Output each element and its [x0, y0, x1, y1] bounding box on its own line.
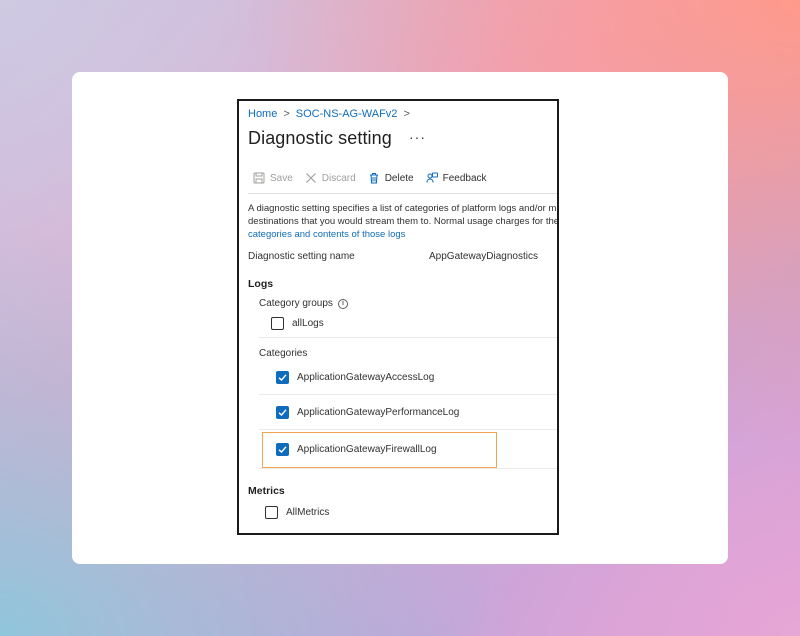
- firewall-log-checkbox[interactable]: ApplicationGatewayFirewallLog: [276, 443, 437, 456]
- page-title: Diagnostic setting: [248, 128, 392, 148]
- row-divider: [259, 394, 557, 395]
- category-label: ApplicationGatewayFirewallLog: [297, 444, 437, 455]
- row-divider: [259, 429, 557, 430]
- toolbar-divider: [248, 193, 557, 194]
- categories-link[interactable]: categories and contents of those logs: [248, 228, 557, 241]
- all-logs-label: allLogs: [292, 318, 324, 329]
- breadcrumb-home[interactable]: Home: [248, 108, 277, 120]
- feedback-button[interactable]: Feedback: [426, 172, 487, 184]
- categories-label: Categories: [259, 348, 308, 359]
- close-icon: [305, 172, 317, 184]
- category-label: ApplicationGatewayAccessLog: [297, 372, 435, 383]
- screenshot-frame: Home > SOC-NS-AG-WAFv2 > Diagnostic sett…: [237, 99, 559, 535]
- checkbox-checked[interactable]: [276, 406, 289, 419]
- breadcrumb-separator: >: [403, 108, 410, 120]
- save-label: Save: [270, 172, 293, 184]
- setting-name-value: AppGatewayDiagnostics: [429, 251, 538, 262]
- row-divider: [259, 468, 557, 469]
- info-icon[interactable]: i: [337, 298, 348, 309]
- command-bar: Save Discard Delete Feedback: [253, 172, 499, 184]
- setting-name-label: Diagnostic setting name: [248, 251, 355, 262]
- feedback-label: Feedback: [442, 172, 487, 184]
- discard-button[interactable]: Discard: [305, 172, 356, 184]
- checkmark-icon: [278, 446, 287, 453]
- category-groups-text: Category groups: [259, 298, 333, 309]
- more-options-button[interactable]: ···: [409, 129, 426, 145]
- category-groups-label: Category groups i: [259, 298, 348, 309]
- checkmark-icon: [278, 374, 287, 381]
- checkbox-box[interactable]: [271, 317, 284, 330]
- breadcrumb-resource[interactable]: SOC-NS-AG-WAFv2: [296, 108, 398, 120]
- row-divider: [259, 337, 557, 338]
- access-log-checkbox[interactable]: ApplicationGatewayAccessLog: [276, 371, 434, 384]
- description-line-1: A diagnostic setting specifies a list of…: [248, 203, 557, 214]
- feedback-icon: [426, 172, 438, 184]
- all-metrics-checkbox[interactable]: AllMetrics: [265, 506, 329, 519]
- logs-heading: Logs: [248, 278, 274, 290]
- checkbox-checked[interactable]: [276, 371, 289, 384]
- trash-icon: [368, 172, 380, 184]
- all-logs-checkbox[interactable]: allLogs: [271, 317, 324, 330]
- checkbox-box[interactable]: [265, 506, 278, 519]
- discard-label: Discard: [321, 172, 356, 184]
- description-text: A diagnostic setting specifies a list of…: [248, 202, 559, 241]
- breadcrumb: Home > SOC-NS-AG-WAFv2 >: [248, 108, 410, 120]
- delete-label: Delete: [384, 172, 414, 184]
- delete-button[interactable]: Delete: [368, 172, 414, 184]
- save-button[interactable]: Save: [253, 172, 293, 184]
- performance-log-checkbox[interactable]: ApplicationGatewayPerformanceLog: [276, 406, 459, 419]
- category-label: ApplicationGatewayPerformanceLog: [297, 407, 460, 418]
- save-icon: [253, 172, 265, 184]
- checkbox-checked[interactable]: [276, 443, 289, 456]
- description-line-2: destinations that you would stream them …: [248, 216, 559, 227]
- checkmark-icon: [278, 409, 287, 416]
- breadcrumb-separator: >: [283, 108, 290, 120]
- all-metrics-label: AllMetrics: [286, 507, 330, 518]
- metrics-heading: Metrics: [248, 485, 285, 497]
